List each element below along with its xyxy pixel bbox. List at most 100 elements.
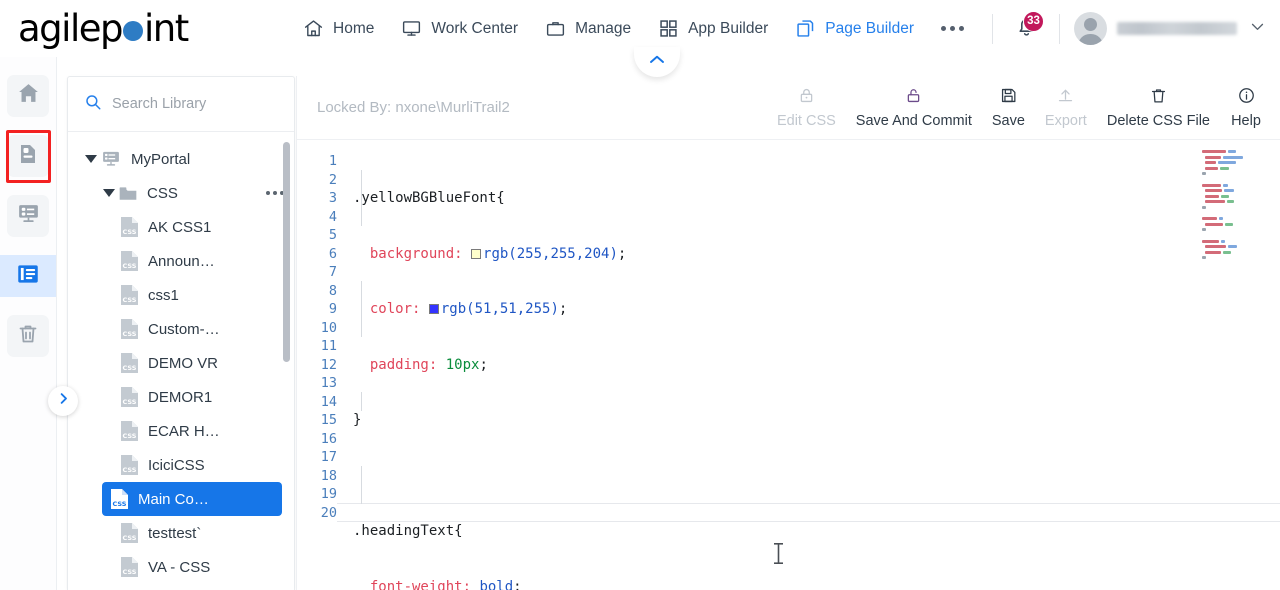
header-divider-1 <box>992 13 993 44</box>
nav-item-home[interactable]: Home <box>289 12 387 46</box>
header-divider-2 <box>1059 13 1060 44</box>
line-number: 8 <box>328 282 337 299</box>
tool-label: Delete CSS File <box>1106 113 1210 129</box>
tree-item-va-css[interactable]: CSS VA - CSS <box>68 550 294 584</box>
tree-item-demo-vr[interactable]: CSS DEMO VR <box>68 346 294 380</box>
nav-item-manage[interactable]: Manage <box>531 12 644 46</box>
collapse-header-button[interactable] <box>634 47 680 77</box>
tree-label: css1 <box>148 286 179 304</box>
expand-triangle-icon[interactable] <box>100 189 118 197</box>
tree-item-icicicss[interactable]: CSS IciciCSS <box>68 448 294 482</box>
nav-item-app-builder[interactable]: App Builder <box>644 12 781 46</box>
delete-css-file-button[interactable]: Delete CSS File <box>1097 82 1220 133</box>
tree-label: ECAR H… <box>148 422 220 440</box>
css-file-icon: CSS <box>120 318 139 340</box>
notification-badge: 33 <box>1023 10 1044 32</box>
css-file-icon: CSS <box>120 216 139 238</box>
nav-label-work-center: Work Center <box>431 19 519 37</box>
expand-triangle-icon[interactable] <box>82 155 100 163</box>
chevron-up-icon <box>648 52 666 71</box>
rail-item-recycle-bin[interactable] <box>0 315 56 357</box>
tree-item-testtest[interactable]: CSS testtest` <box>68 516 294 550</box>
tree-item-main-co-selected[interactable]: CSS Main Co… <box>102 482 282 516</box>
code-line-4: padding: 10px; <box>353 356 488 373</box>
home-icon <box>16 81 41 111</box>
rail-item-home[interactable] <box>0 75 56 117</box>
code-line-5: } <box>353 412 362 428</box>
css-file-icon: CSS <box>120 284 139 306</box>
tool-label: Export <box>1044 113 1087 129</box>
tree-label: Main Co… <box>138 490 209 508</box>
search-input[interactable] <box>112 96 272 112</box>
upload-icon <box>1056 86 1075 109</box>
tree-item-css1[interactable]: CSS css1 <box>68 278 294 312</box>
tree-item-ecar-h[interactable]: CSS ECAR H… <box>68 414 294 448</box>
line-number: 17 <box>320 449 337 465</box>
rail-item-pages[interactable] <box>0 130 56 183</box>
tree-item-css-folder[interactable]: CSS <box>68 176 294 210</box>
tree-item-ak-css1[interactable]: CSS AK CSS1 <box>68 210 294 244</box>
color-swatch-yellow <box>471 248 482 259</box>
tree-label: DEMO VR <box>148 354 219 372</box>
save-and-commit-button[interactable]: Save And Commit <box>846 82 982 133</box>
save-button[interactable]: Save <box>982 82 1035 133</box>
notifications-button[interactable]: 33 <box>1007 10 1045 48</box>
locked-by-label: Locked By: nxone\MurliTrail2 <box>317 99 510 116</box>
line-number: 3 <box>328 190 337 206</box>
nav-label-home: Home <box>333 19 375 37</box>
svg-text:CSS: CSS <box>123 466 137 474</box>
tree-item-demor1[interactable]: CSS DEMOR1 <box>68 380 294 414</box>
user-menu[interactable] <box>1074 12 1266 45</box>
line-number: 18 <box>320 467 337 484</box>
export-button[interactable]: Export <box>1035 82 1097 133</box>
code-content[interactable]: .yellowBGBlueFont{ background: rgb(255,2… <box>353 152 1160 590</box>
main-nav: Home Work Center Manage App Builder Page… <box>289 12 978 46</box>
logo-dot-icon <box>122 20 143 41</box>
line-number: 5 <box>328 227 337 243</box>
tree-item-custom[interactable]: CSS Custom-… <box>68 312 294 346</box>
trash-icon <box>16 322 40 351</box>
line-number-gutter: 1 2 3 4 5 6 7 8 9 10 11 12 13 14 15 16 1… <box>297 152 337 522</box>
rail-item-forms[interactable] <box>0 195 56 237</box>
more-options-icon[interactable] <box>927 20 978 37</box>
logo[interactable]: agilep int <box>0 10 289 47</box>
line-number: 20 <box>320 504 337 521</box>
tree-label: Custom-… <box>148 320 220 338</box>
svg-text:CSS: CSS <box>113 500 127 508</box>
nav-item-work-center[interactable]: Work Center <box>387 12 531 46</box>
floppy-disk-icon <box>999 86 1018 109</box>
tree-item-announ[interactable]: CSS Announ… <box>68 244 294 278</box>
editor-toolbar: Locked By: nxone\MurliTrail2 Edit CSS Sa… <box>297 76 1280 140</box>
tree-label: VA - CSS <box>148 558 211 576</box>
chevron-down-icon[interactable] <box>1249 18 1266 40</box>
nav-item-page-builder[interactable]: Page Builder <box>781 12 927 46</box>
code-token-selector: .headingText{ <box>353 523 463 539</box>
css-file-icon: CSS <box>120 250 139 272</box>
code-editor[interactable]: 1 2 3 4 5 6 7 8 9 10 11 12 13 14 15 16 1… <box>297 140 1280 590</box>
line-number: 6 <box>328 245 337 262</box>
home-icon <box>302 18 324 40</box>
svg-text:CSS: CSS <box>123 568 137 576</box>
tree-label: testtest` <box>148 524 202 542</box>
library-panel: MyPortal CSS CSS AK CSS1 CSS Announ… <box>67 76 295 590</box>
expand-panel-button[interactable] <box>48 386 78 416</box>
code-minimap[interactable] <box>1202 150 1260 260</box>
svg-text:CSS: CSS <box>123 432 137 440</box>
search-library-box[interactable] <box>68 77 294 132</box>
tree-scrollbar[interactable] <box>283 142 290 362</box>
line-number: 9 <box>328 301 337 317</box>
tree-label: AK CSS1 <box>148 218 212 236</box>
line-number: 7 <box>328 264 337 280</box>
page-icon <box>16 142 40 171</box>
logo-text-before: agilep <box>18 7 123 50</box>
help-button[interactable]: Help <box>1220 82 1272 133</box>
tool-label: Save <box>991 113 1025 129</box>
edit-css-button[interactable]: Edit CSS <box>767 82 846 133</box>
tree-label: DEMOR1 <box>148 388 213 406</box>
svg-text:CSS: CSS <box>123 296 137 304</box>
tree-item-myportal[interactable]: MyPortal <box>68 142 294 176</box>
svg-text:CSS: CSS <box>123 364 137 372</box>
trash-icon <box>1149 86 1168 109</box>
rail-item-css-library[interactable] <box>0 255 56 297</box>
css-file-icon: CSS <box>110 488 129 510</box>
